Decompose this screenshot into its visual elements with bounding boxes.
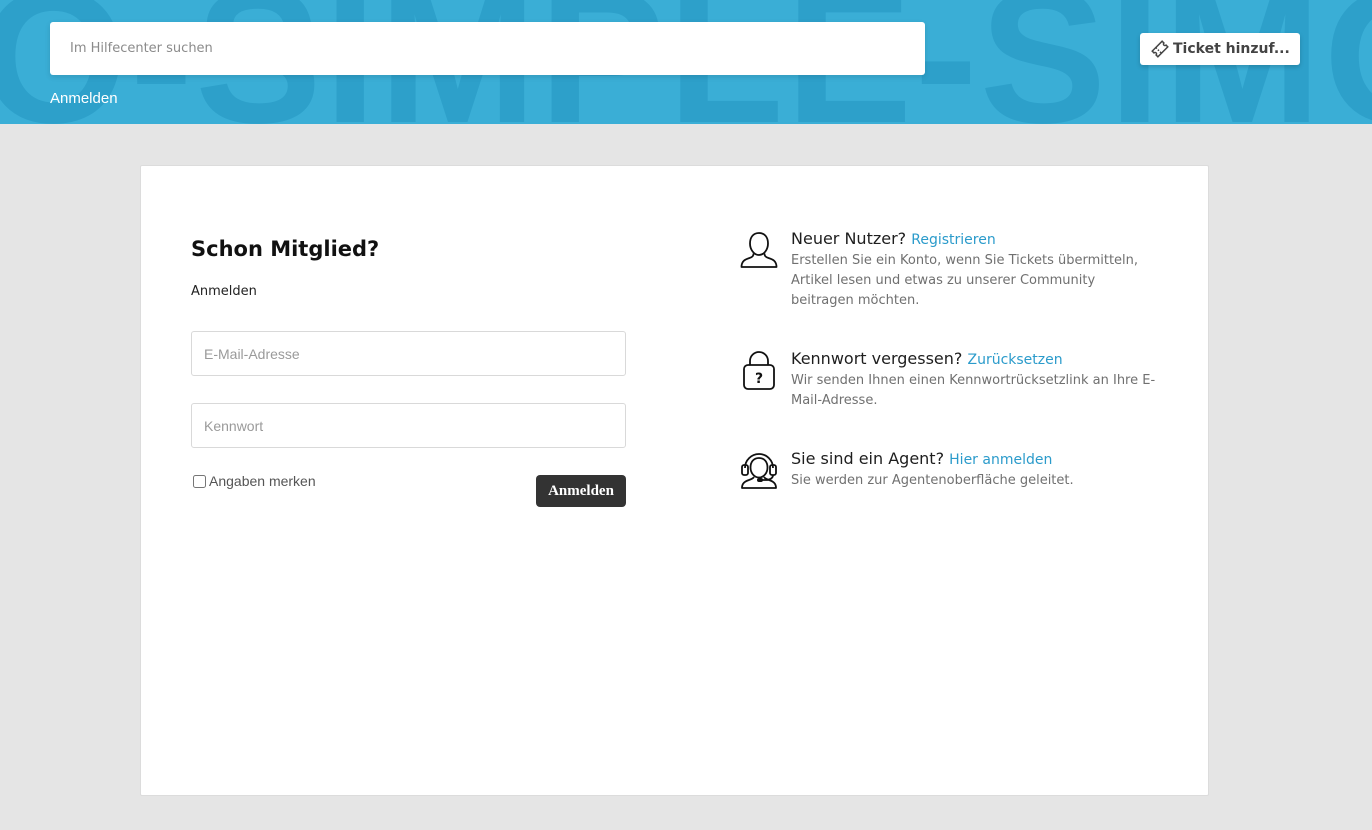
register-description: Erstellen Sie ein Konto, wenn Sie Ticket… bbox=[791, 253, 1139, 308]
headset-agent-icon bbox=[741, 453, 777, 489]
login-subtitle: Anmelden bbox=[191, 284, 257, 299]
login-card: Schon Mitglied? Anmelden Angaben merken … bbox=[140, 165, 1209, 796]
add-ticket-button[interactable]: Ticket hinzuf... bbox=[1140, 33, 1300, 65]
agent-question: Sie sind ein Agent? bbox=[791, 449, 945, 468]
header-banner: O-SIMPLE-SIMO Anmelden Ticket hinzuf... bbox=[0, 0, 1372, 124]
register-question: Neuer Nutzer? bbox=[791, 229, 907, 248]
agent-description: Sie werden zur Agentenoberfläche geleite… bbox=[791, 473, 1074, 488]
reset-heading: Kennwort vergessen? Zurücksetzen bbox=[791, 349, 1063, 370]
user-icon bbox=[740, 232, 778, 268]
email-field[interactable] bbox=[191, 331, 626, 376]
page-title: Schon Mitglied? bbox=[191, 237, 380, 261]
login-submit-button[interactable]: Anmelden bbox=[536, 475, 626, 507]
ticket-icon bbox=[1151, 40, 1169, 58]
reset-link[interactable]: Zurücksetzen bbox=[967, 352, 1062, 368]
agent-heading: Sie sind ein Agent? Hier anmelden bbox=[791, 449, 1052, 470]
remember-me[interactable]: Angaben merken bbox=[192, 473, 316, 489]
agent-login-link[interactable]: Hier anmelden bbox=[949, 452, 1052, 468]
reset-description: Wir senden Ihnen einen Kennwortrücksetzl… bbox=[791, 373, 1156, 408]
register-heading: Neuer Nutzer? Registrieren bbox=[791, 229, 996, 250]
reset-question: Kennwort vergessen? bbox=[791, 349, 963, 368]
search-input[interactable] bbox=[50, 22, 925, 75]
lock-question-icon: ? bbox=[743, 351, 775, 390]
password-field[interactable] bbox=[191, 403, 626, 448]
add-ticket-label: Ticket hinzuf... bbox=[1173, 41, 1290, 57]
header-login-link[interactable]: Anmelden bbox=[50, 89, 118, 109]
register-link[interactable]: Registrieren bbox=[911, 232, 995, 248]
remember-label: Angaben merken bbox=[209, 473, 316, 489]
remember-checkbox[interactable] bbox=[193, 474, 206, 488]
svg-text:?: ? bbox=[755, 371, 763, 387]
